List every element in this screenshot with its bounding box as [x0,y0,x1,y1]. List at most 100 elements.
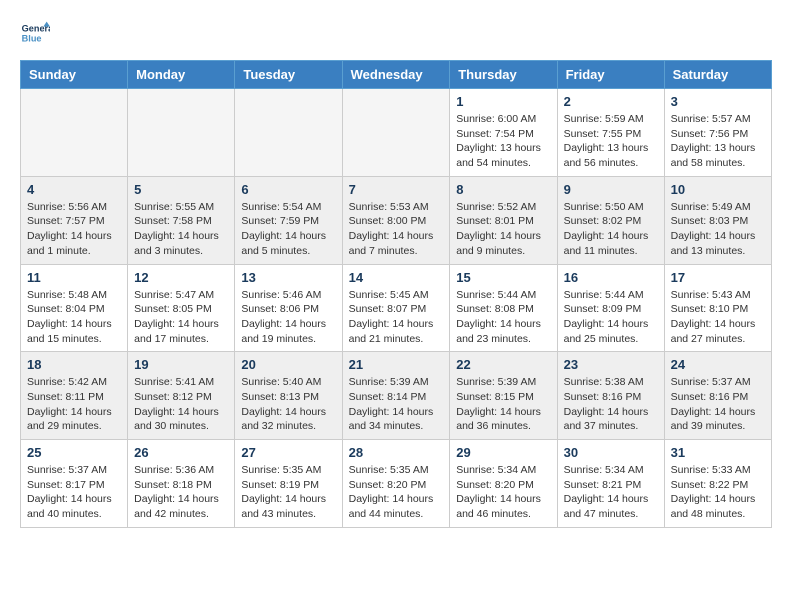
day-number: 28 [349,445,444,460]
day-info: Sunrise: 5:40 AM Sunset: 8:13 PM Dayligh… [241,375,335,434]
weekday-header: Saturday [664,61,771,89]
weekday-header: Friday [557,61,664,89]
calendar-cell: 22 Sunrise: 5:39 AM Sunset: 8:15 PM Dayli… [450,352,557,440]
day-number: 21 [349,357,444,372]
logo-icon: General Blue [20,20,50,50]
page-header: General Blue [20,20,772,50]
day-info: Sunrise: 5:59 AM Sunset: 7:55 PM Dayligh… [564,112,658,171]
calendar-cell: 28 Sunrise: 5:35 AM Sunset: 8:20 PM Dayli… [342,440,450,528]
day-number: 27 [241,445,335,460]
day-number: 13 [241,270,335,285]
weekday-header: Monday [128,61,235,89]
day-number: 31 [671,445,765,460]
day-info: Sunrise: 5:35 AM Sunset: 8:19 PM Dayligh… [241,463,335,522]
calendar-cell: 1 Sunrise: 6:00 AM Sunset: 7:54 PM Daylig… [450,89,557,177]
calendar-cell [342,89,450,177]
day-number: 15 [456,270,550,285]
calendar-cell: 3 Sunrise: 5:57 AM Sunset: 7:56 PM Daylig… [664,89,771,177]
day-number: 23 [564,357,658,372]
day-number: 22 [456,357,550,372]
day-info: Sunrise: 5:43 AM Sunset: 8:10 PM Dayligh… [671,288,765,347]
day-number: 25 [27,445,121,460]
day-number: 29 [456,445,550,460]
day-number: 30 [564,445,658,460]
calendar-header-row: SundayMondayTuesdayWednesdayThursdayFrid… [21,61,772,89]
weekday-header: Sunday [21,61,128,89]
day-info: Sunrise: 5:44 AM Sunset: 8:09 PM Dayligh… [564,288,658,347]
day-number: 2 [564,94,658,109]
calendar-cell: 17 Sunrise: 5:43 AM Sunset: 8:10 PM Dayli… [664,264,771,352]
day-info: Sunrise: 5:39 AM Sunset: 8:14 PM Dayligh… [349,375,444,434]
day-info: Sunrise: 5:49 AM Sunset: 8:03 PM Dayligh… [671,200,765,259]
calendar-cell: 14 Sunrise: 5:45 AM Sunset: 8:07 PM Dayli… [342,264,450,352]
calendar-cell: 26Sunrise: 5:36 AM Sunset: 8:18 PM Dayli… [128,440,235,528]
day-number: 3 [671,94,765,109]
day-info: Sunrise: 5:47 AM Sunset: 8:05 PM Dayligh… [134,288,228,347]
day-info: Sunrise: 5:52 AM Sunset: 8:01 PM Dayligh… [456,200,550,259]
calendar-cell: 27 Sunrise: 5:35 AM Sunset: 8:19 PM Dayli… [235,440,342,528]
day-number: 24 [671,357,765,372]
day-number: 9 [564,182,658,197]
calendar-cell: 7Sunrise: 5:53 AM Sunset: 8:00 PM Daylig… [342,176,450,264]
calendar-cell [128,89,235,177]
day-number: 7 [349,182,444,197]
day-number: 17 [671,270,765,285]
day-info: Sunrise: 5:41 AM Sunset: 8:12 PM Dayligh… [134,375,228,434]
calendar-cell: 30 Sunrise: 5:34 AM Sunset: 8:21 PM Dayli… [557,440,664,528]
day-info: Sunrise: 5:33 AM Sunset: 8:22 PM Dayligh… [671,463,765,522]
calendar-cell: 21 Sunrise: 5:39 AM Sunset: 8:14 PM Dayli… [342,352,450,440]
calendar-cell: 20 Sunrise: 5:40 AM Sunset: 8:13 PM Dayli… [235,352,342,440]
day-number: 16 [564,270,658,285]
calendar-cell: 5 Sunrise: 5:55 AM Sunset: 7:58 PM Daylig… [128,176,235,264]
weekday-header: Wednesday [342,61,450,89]
calendar-cell: 29Sunrise: 5:34 AM Sunset: 8:20 PM Dayli… [450,440,557,528]
calendar-cell [21,89,128,177]
day-number: 20 [241,357,335,372]
calendar-cell: 25Sunrise: 5:37 AM Sunset: 8:17 PM Dayli… [21,440,128,528]
day-number: 11 [27,270,121,285]
day-number: 19 [134,357,228,372]
svg-text:Blue: Blue [22,34,42,44]
calendar-cell: 11Sunrise: 5:48 AM Sunset: 8:04 PM Dayli… [21,264,128,352]
day-info: Sunrise: 5:35 AM Sunset: 8:20 PM Dayligh… [349,463,444,522]
day-info: Sunrise: 6:00 AM Sunset: 7:54 PM Dayligh… [456,112,550,171]
logo: General Blue [20,20,54,50]
calendar-cell: 13 Sunrise: 5:46 AM Sunset: 8:06 PM Dayli… [235,264,342,352]
day-number: 5 [134,182,228,197]
calendar-cell: 12 Sunrise: 5:47 AM Sunset: 8:05 PM Dayli… [128,264,235,352]
day-info: Sunrise: 5:56 AM Sunset: 7:57 PM Dayligh… [27,200,121,259]
day-info: Sunrise: 5:34 AM Sunset: 8:21 PM Dayligh… [564,463,658,522]
calendar-week-row: 18 Sunrise: 5:42 AM Sunset: 8:11 PM Dayli… [21,352,772,440]
day-info: Sunrise: 5:37 AM Sunset: 8:16 PM Dayligh… [671,375,765,434]
calendar-week-row: 25Sunrise: 5:37 AM Sunset: 8:17 PM Dayli… [21,440,772,528]
day-number: 8 [456,182,550,197]
day-info: Sunrise: 5:54 AM Sunset: 7:59 PM Dayligh… [241,200,335,259]
calendar-cell: 10 Sunrise: 5:49 AM Sunset: 8:03 PM Dayli… [664,176,771,264]
day-number: 1 [456,94,550,109]
day-info: Sunrise: 5:46 AM Sunset: 8:06 PM Dayligh… [241,288,335,347]
calendar-cell: 6 Sunrise: 5:54 AM Sunset: 7:59 PM Daylig… [235,176,342,264]
day-number: 12 [134,270,228,285]
weekday-header: Thursday [450,61,557,89]
day-info: Sunrise: 5:39 AM Sunset: 8:15 PM Dayligh… [456,375,550,434]
calendar-cell: 18 Sunrise: 5:42 AM Sunset: 8:11 PM Dayli… [21,352,128,440]
calendar-cell: 19 Sunrise: 5:41 AM Sunset: 8:12 PM Dayli… [128,352,235,440]
day-info: Sunrise: 5:42 AM Sunset: 8:11 PM Dayligh… [27,375,121,434]
day-info: Sunrise: 5:57 AM Sunset: 7:56 PM Dayligh… [671,112,765,171]
calendar-cell: 23 Sunrise: 5:38 AM Sunset: 8:16 PM Dayli… [557,352,664,440]
calendar-cell [235,89,342,177]
day-number: 4 [27,182,121,197]
day-info: Sunrise: 5:38 AM Sunset: 8:16 PM Dayligh… [564,375,658,434]
day-info: Sunrise: 5:50 AM Sunset: 8:02 PM Dayligh… [564,200,658,259]
calendar-cell: 4 Sunrise: 5:56 AM Sunset: 7:57 PM Daylig… [21,176,128,264]
day-number: 14 [349,270,444,285]
calendar-cell: 8 Sunrise: 5:52 AM Sunset: 8:01 PM Daylig… [450,176,557,264]
day-info: Sunrise: 5:55 AM Sunset: 7:58 PM Dayligh… [134,200,228,259]
day-number: 26 [134,445,228,460]
calendar-cell: 16 Sunrise: 5:44 AM Sunset: 8:09 PM Dayli… [557,264,664,352]
calendar-cell: 9 Sunrise: 5:50 AM Sunset: 8:02 PM Daylig… [557,176,664,264]
day-info: Sunrise: 5:45 AM Sunset: 8:07 PM Dayligh… [349,288,444,347]
day-number: 6 [241,182,335,197]
day-number: 10 [671,182,765,197]
day-number: 18 [27,357,121,372]
